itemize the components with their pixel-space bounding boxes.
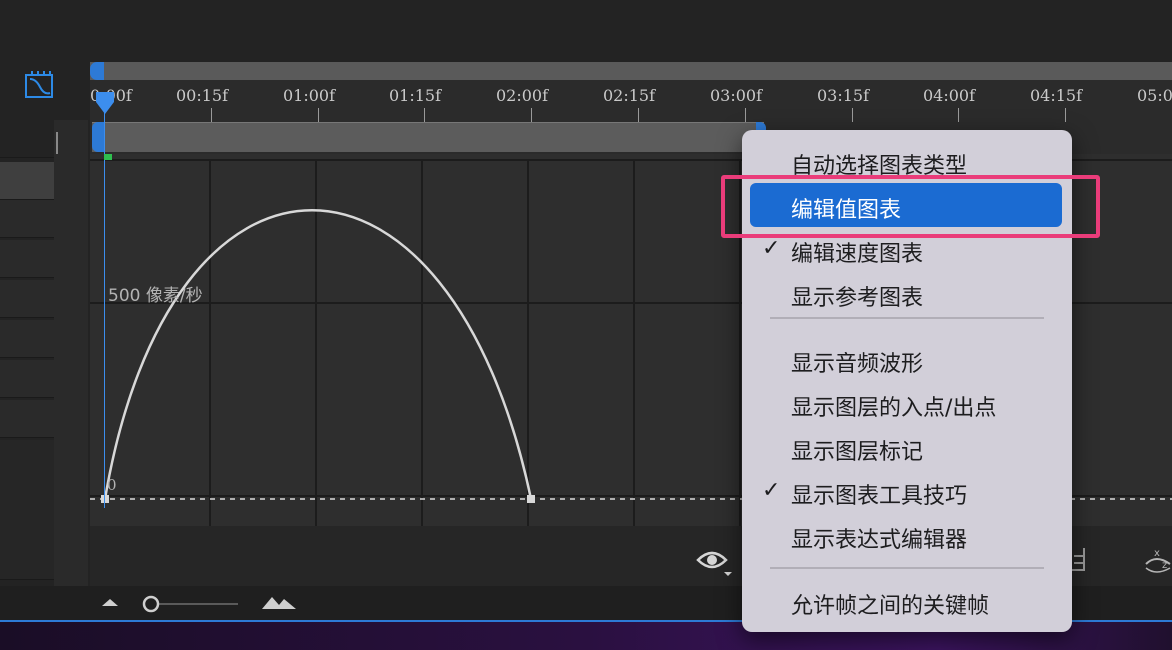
menu-item[interactable]: 允许帧之间的关键帧 <box>750 579 1062 623</box>
menu-item-label: 显示参考图表 <box>791 286 924 311</box>
time-ruler-label: 03:15f <box>817 86 870 105</box>
layer-row[interactable] <box>0 120 54 158</box>
time-ruler-tick <box>318 108 319 122</box>
time-ruler-label: 03:00f <box>710 86 763 105</box>
time-ruler-label: 04:15f <box>1030 86 1083 105</box>
menu-separator <box>770 567 1044 569</box>
layer-row[interactable] <box>0 360 54 398</box>
layer-row[interactable] <box>0 162 54 200</box>
menu-item[interactable]: 显示参考图表 <box>750 271 1062 315</box>
time-ruler-tick <box>1065 108 1066 122</box>
eye-icon[interactable] <box>696 548 736 576</box>
time-ruler-label: 02:00f <box>496 86 549 105</box>
time-ruler-label: 04:00f <box>923 86 976 105</box>
time-ruler-label: 00:15f <box>176 86 229 105</box>
menu-separator <box>770 317 1044 319</box>
time-ruler-label: 01:00f <box>283 86 336 105</box>
graph-value-label: 500 像素/秒 <box>108 286 203 306</box>
layer-row[interactable] <box>0 320 54 358</box>
menu-item-label: 显示表达式编辑器 <box>791 528 968 553</box>
menu-item-label: 显示音频波形 <box>791 352 924 377</box>
time-ruler-tick <box>211 108 212 122</box>
separate-dimensions-icon[interactable]: x z <box>1144 546 1172 576</box>
time-ruler-label: 02:15f <box>603 86 656 105</box>
playhead-handle[interactable] <box>94 92 116 116</box>
layer-row[interactable] <box>0 280 54 318</box>
menu-item-label: 显示图表工具技巧 <box>791 484 968 509</box>
svg-text:x: x <box>1154 548 1160 559</box>
time-ruler-label: 01:15f <box>389 86 442 105</box>
checkmark-icon: ✓ <box>762 478 781 503</box>
work-area-bar[interactable] <box>90 62 1172 80</box>
menu-item[interactable]: 显示表达式编辑器 <box>750 513 1062 557</box>
zoom-in-icon[interactable] <box>260 594 298 610</box>
layer-row <box>0 440 54 580</box>
time-ruler-tick <box>958 108 959 122</box>
speed-curve <box>103 209 533 500</box>
menu-item[interactable]: 显示图层的入点/出点 <box>750 381 1062 425</box>
top-panel <box>0 0 1172 62</box>
menu-item-label: 显示图层标记 <box>791 440 924 465</box>
time-ruler-tick <box>745 108 746 122</box>
menu-item[interactable]: 显示音频波形 <box>750 337 1062 381</box>
cache-indicator <box>104 154 112 160</box>
work-area-start-handle[interactable] <box>90 62 104 80</box>
graph-zero-label: 0 <box>107 476 117 494</box>
panel-resize-handle[interactable] <box>56 132 58 154</box>
annotation-highlight-box <box>721 175 1100 238</box>
menu-item[interactable]: ✓ 显示图表工具技巧 <box>750 469 1062 513</box>
panel-divider <box>54 120 88 600</box>
layer-row[interactable] <box>0 400 54 438</box>
time-ruler-tick <box>638 108 639 122</box>
graph-editor-icon[interactable] <box>24 70 56 100</box>
keyframe-end[interactable] <box>527 495 535 503</box>
time-ruler-tick <box>531 108 532 122</box>
time-ruler-tick <box>852 108 853 122</box>
time-ruler-tick <box>424 108 425 122</box>
menu-item[interactable]: 显示图层标记 <box>750 425 1062 469</box>
keyframe-start[interactable] <box>101 495 109 503</box>
time-navigator-range[interactable] <box>92 122 764 152</box>
layer-row[interactable] <box>0 200 54 238</box>
layer-row[interactable] <box>0 240 54 278</box>
menu-item-label: 显示图层的入点/出点 <box>791 396 997 421</box>
checkmark-icon: ✓ <box>762 236 781 261</box>
menu-item-label: 允许帧之间的关键帧 <box>791 594 990 619</box>
time-navigator-start-handle[interactable] <box>92 122 104 152</box>
menu-item-label: 编辑速度图表 <box>791 242 924 267</box>
zoom-out-icon[interactable] <box>100 596 120 608</box>
time-ruler-label: 05:00f <box>1137 86 1172 105</box>
zoom-slider[interactable] <box>140 594 240 614</box>
